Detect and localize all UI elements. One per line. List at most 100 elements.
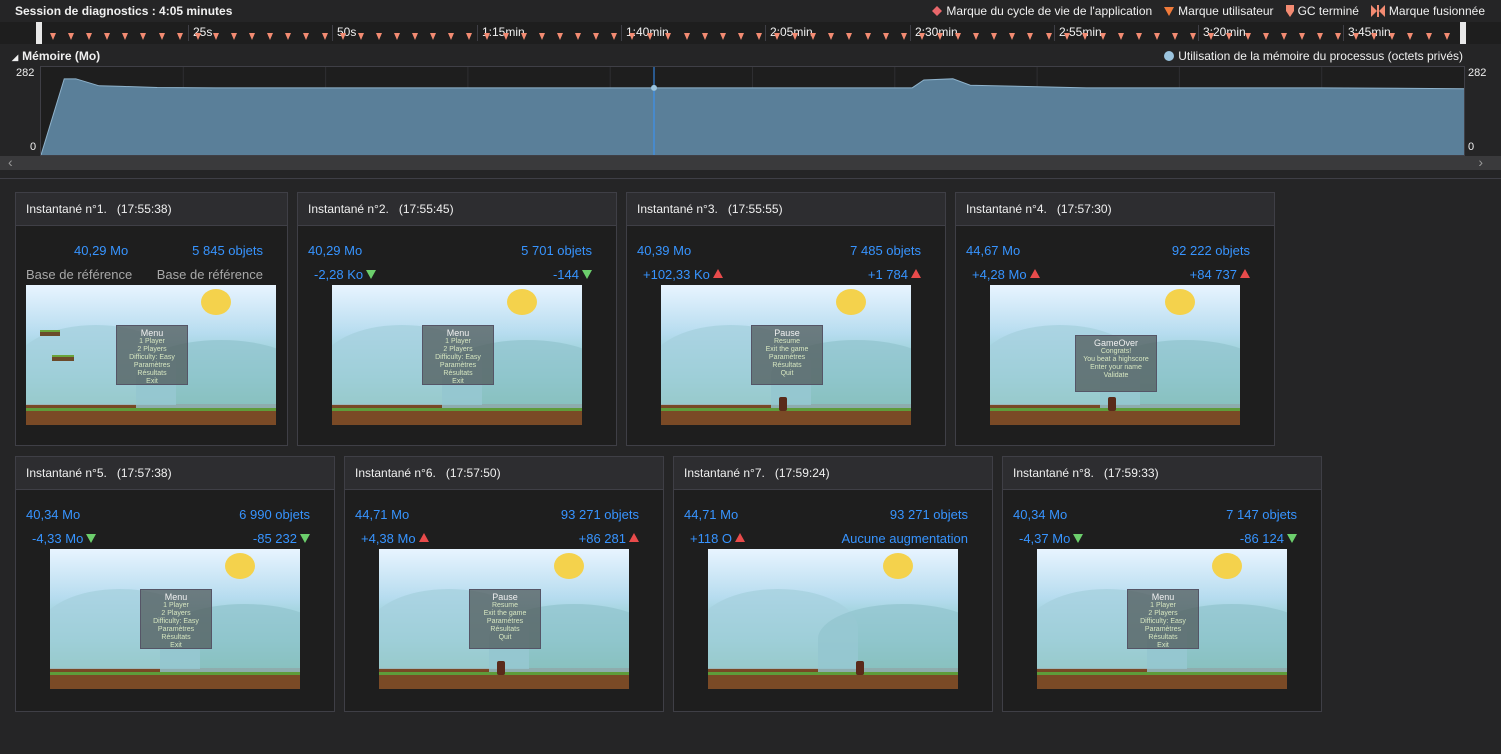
gc-marker-icon[interactable] bbox=[484, 33, 490, 40]
gc-marker-icon[interactable] bbox=[412, 33, 418, 40]
snapshot-objects-diff-link[interactable]: +84 737 bbox=[1190, 267, 1250, 282]
gc-marker-icon[interactable] bbox=[159, 33, 165, 40]
gc-marker-icon[interactable] bbox=[1082, 33, 1088, 40]
gc-marker-icon[interactable] bbox=[792, 33, 798, 40]
gc-marker-icon[interactable] bbox=[249, 33, 255, 40]
legend-lifecycle[interactable]: Marque du cycle de vie de l'application bbox=[932, 4, 1152, 18]
gc-marker-icon[interactable] bbox=[593, 33, 599, 40]
snapshot-card[interactable]: Instantané n°7. (17:59:24) 44,71 Mo 93 271 … bbox=[673, 456, 993, 712]
gc-marker-icon[interactable] bbox=[1172, 33, 1178, 40]
gc-marker-icon[interactable] bbox=[1009, 33, 1015, 40]
gc-marker-icon[interactable] bbox=[810, 33, 816, 40]
gc-marker-icon[interactable] bbox=[1190, 33, 1196, 40]
snapshot-objects-link[interactable]: 93 271 objets bbox=[561, 507, 639, 522]
gc-marker-icon[interactable] bbox=[1226, 33, 1232, 40]
gc-marker-icon[interactable] bbox=[1046, 33, 1052, 40]
gc-marker-icon[interactable] bbox=[1027, 33, 1033, 40]
snapshot-size-diff-link[interactable]: -4,33 Mo bbox=[32, 531, 97, 546]
gc-marker-icon[interactable] bbox=[828, 33, 834, 40]
gc-marker-icon[interactable] bbox=[213, 33, 219, 40]
gc-marker-icon[interactable] bbox=[901, 33, 907, 40]
snapshot-objects-link[interactable]: 5 701 objets bbox=[521, 243, 592, 258]
snapshot-objects-diff-link[interactable]: +86 281 bbox=[579, 531, 639, 546]
gc-marker-icon[interactable] bbox=[86, 33, 92, 40]
gc-marker-icon[interactable] bbox=[448, 33, 454, 40]
gc-marker-icon[interactable] bbox=[1335, 33, 1341, 40]
ruler-end-handle[interactable] bbox=[1460, 22, 1466, 44]
gc-marker-icon[interactable] bbox=[322, 33, 328, 40]
gc-marker-icon[interactable] bbox=[285, 33, 291, 40]
gc-marker-icon[interactable] bbox=[430, 33, 436, 40]
snapshot-objects-link[interactable]: 7 147 objets bbox=[1226, 507, 1297, 522]
gc-marker-icon[interactable] bbox=[883, 33, 889, 40]
gc-marker-icon[interactable] bbox=[629, 33, 635, 40]
snapshot-thumbnail[interactable]: Menu 1 Player 2 Players Difficulty: Easy Par… bbox=[1037, 549, 1287, 689]
gc-marker-icon[interactable] bbox=[846, 33, 852, 40]
gc-marker-icon[interactable] bbox=[738, 33, 744, 40]
snapshot-objects-diff-link[interactable]: -144 bbox=[553, 267, 592, 282]
gc-marker-icon[interactable] bbox=[466, 33, 472, 40]
gc-marker-icon[interactable] bbox=[358, 33, 364, 40]
memory-chart[interactable] bbox=[40, 66, 1465, 156]
gc-marker-icon[interactable] bbox=[104, 33, 110, 40]
gc-marker-icon[interactable] bbox=[376, 33, 382, 40]
time-ruler[interactable]: 25s 50s 1:15min 1:40min 2:05min 2:30min … bbox=[0, 22, 1501, 44]
gc-marker-icon[interactable] bbox=[991, 33, 997, 40]
snapshot-thumbnail[interactable]: Menu 1 Player 2 Players Difficulty: Easy Par… bbox=[332, 285, 582, 425]
gc-marker-icon[interactable] bbox=[503, 33, 509, 40]
gc-marker-icon[interactable] bbox=[1371, 33, 1377, 40]
gc-marker-icon[interactable] bbox=[1299, 33, 1305, 40]
gc-marker-icon[interactable] bbox=[702, 33, 708, 40]
scroll-left-icon[interactable]: ‹ bbox=[8, 154, 13, 170]
gc-marker-icon[interactable] bbox=[665, 33, 671, 40]
gc-marker-icon[interactable] bbox=[955, 33, 961, 40]
gc-marker-icon[interactable] bbox=[1100, 33, 1106, 40]
gc-marker-icon[interactable] bbox=[1317, 33, 1323, 40]
gc-marker-icon[interactable] bbox=[1136, 33, 1142, 40]
gc-marker-icon[interactable] bbox=[539, 33, 545, 40]
snapshot-objects-link[interactable]: 7 485 objets bbox=[850, 243, 921, 258]
snapshot-size-link[interactable]: 44,71 Mo bbox=[684, 507, 738, 522]
snapshot-objects-diff-link[interactable]: +1 784 bbox=[868, 267, 921, 282]
snapshot-objects-diff-link[interactable]: -86 124 bbox=[1240, 531, 1297, 546]
snapshot-thumbnail[interactable]: Menu 1 Player 2 Players Difficulty: Easy Par… bbox=[26, 285, 276, 425]
gc-marker-icon[interactable] bbox=[756, 33, 762, 40]
snapshot-card[interactable]: Instantané n°8. (17:59:33) 40,34 Mo 7 147 o… bbox=[1002, 456, 1322, 712]
legend-user-mark[interactable]: Marque utilisateur bbox=[1164, 4, 1274, 18]
gc-marker-icon[interactable] bbox=[1444, 33, 1450, 40]
snapshot-size-link[interactable]: 44,67 Mo bbox=[966, 243, 1020, 258]
gc-marker-icon[interactable] bbox=[1389, 33, 1395, 40]
snapshot-size-diff-link[interactable]: -2,28 Ko bbox=[314, 267, 377, 282]
legend-merged[interactable]: Marque fusionnée bbox=[1370, 4, 1485, 18]
gc-marker-icon[interactable] bbox=[1154, 33, 1160, 40]
snapshot-card[interactable]: Instantané n°6. (17:57:50) 44,71 Mo 93 271 … bbox=[344, 456, 664, 712]
gc-marker-icon[interactable] bbox=[68, 33, 74, 40]
gc-marker-icon[interactable] bbox=[1281, 33, 1287, 40]
snapshot-card[interactable]: Instantané n°1. (17:55:38) 40,29 Mo 5 845 o… bbox=[15, 192, 288, 446]
snapshot-thumbnail[interactable]: Pause Resume Exit the game Paramètres Résult… bbox=[661, 285, 911, 425]
gc-marker-icon[interactable] bbox=[140, 33, 146, 40]
snapshot-objects-diff-link[interactable]: Aucune augmentation bbox=[842, 531, 968, 546]
gc-marker-icon[interactable] bbox=[231, 33, 237, 40]
snapshot-card[interactable]: Instantané n°2. (17:55:45) 40,29 Mo 5 701 o… bbox=[297, 192, 617, 446]
snapshot-size-link[interactable]: 40,29 Mo bbox=[308, 243, 362, 258]
snapshot-size-link[interactable]: 40,39 Mo bbox=[637, 243, 691, 258]
gc-marker-icon[interactable] bbox=[720, 33, 726, 40]
gc-marker-icon[interactable] bbox=[973, 33, 979, 40]
snapshot-size-diff-link[interactable]: +4,28 Mo bbox=[972, 267, 1040, 282]
ruler-start-handle[interactable] bbox=[36, 22, 42, 44]
snapshot-objects-link[interactable]: 92 222 objets bbox=[1172, 243, 1250, 258]
gc-marker-icon[interactable] bbox=[1245, 33, 1251, 40]
gc-marker-icon[interactable] bbox=[340, 33, 346, 40]
gc-marker-icon[interactable] bbox=[50, 33, 56, 40]
snapshot-objects-link[interactable]: 5 845 objets bbox=[192, 243, 263, 258]
gc-marker-icon[interactable] bbox=[647, 33, 653, 40]
gc-marker-icon[interactable] bbox=[684, 33, 690, 40]
snapshot-thumbnail[interactable]: Pause Resume Exit the game Paramètres Résult… bbox=[379, 549, 629, 689]
snapshot-thumbnail[interactable]: Menu 1 Player 2 Players Difficulty: Easy Par… bbox=[50, 549, 300, 689]
memory-title[interactable]: ◢ Mémoire (Mo) bbox=[12, 49, 100, 63]
gc-marker-icon[interactable] bbox=[195, 33, 201, 40]
gc-marker-icon[interactable] bbox=[1064, 33, 1070, 40]
snapshot-size-diff-link[interactable]: +102,33 Ko bbox=[643, 267, 723, 282]
snapshot-card[interactable]: Instantané n°5. (17:57:38) 40,34 Mo 6 990 o… bbox=[15, 456, 335, 712]
